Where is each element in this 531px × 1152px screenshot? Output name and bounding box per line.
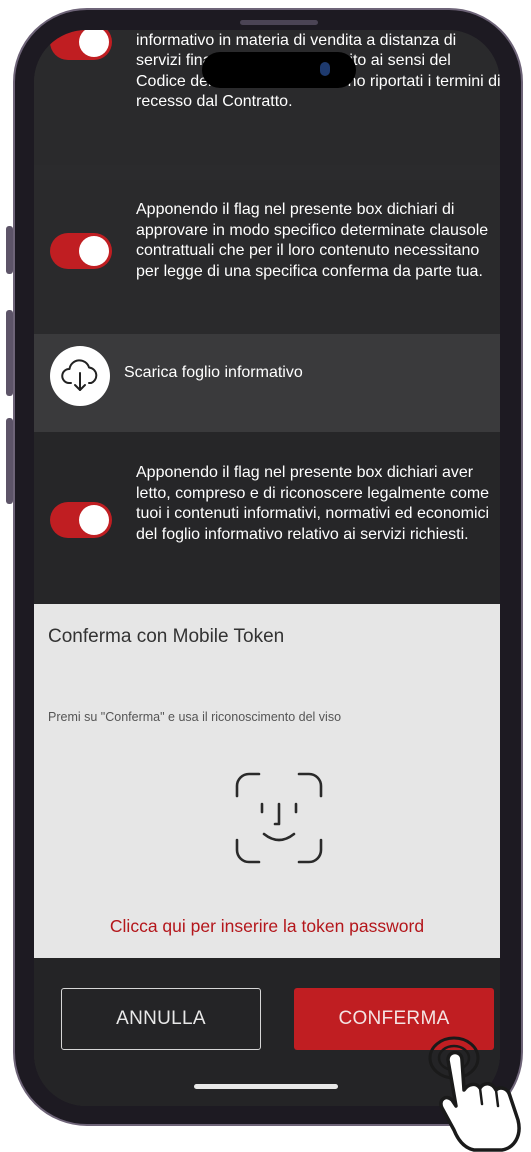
home-indicator[interactable] bbox=[194, 1084, 338, 1089]
cancel-button[interactable]: ANNULLA bbox=[61, 988, 261, 1050]
token-title: Conferma con Mobile Token bbox=[48, 626, 285, 647]
consent-item-3: Apponendo il flag nel presente box dichi… bbox=[34, 432, 500, 604]
cloud-download-icon[interactable] bbox=[50, 346, 110, 406]
consent-item-1: dello stesso nonché di aver ricevuto il … bbox=[34, 30, 500, 165]
camera-dot bbox=[320, 62, 330, 76]
consent-toggle-3[interactable] bbox=[50, 502, 112, 538]
consent-list: dello stesso nonché di aver ricevuto il … bbox=[34, 30, 500, 604]
consent-toggle-2[interactable] bbox=[50, 233, 112, 269]
toggle-knob bbox=[79, 505, 109, 535]
speaker-grille bbox=[240, 20, 318, 25]
token-subtitle: Premi su "Conferma" e usa il riconoscime… bbox=[48, 710, 342, 724]
consent-item-2: Apponendo il flag nel presente box dichi… bbox=[34, 180, 500, 334]
consent-toggle-1[interactable] bbox=[50, 30, 112, 60]
side-button-volume-up bbox=[6, 310, 13, 396]
download-info-sheet-row[interactable]: Scarica foglio informativo bbox=[34, 334, 500, 432]
toggle-knob bbox=[79, 30, 109, 57]
mobile-token-panel: Conferma con Mobile Token Premi su "Conf… bbox=[34, 604, 500, 958]
pointing-hand-icon bbox=[428, 1036, 521, 1152]
side-button-mute bbox=[6, 226, 13, 274]
face-id-icon[interactable] bbox=[234, 772, 324, 869]
phone-screen: dello stesso nonché di aver ricevuto il … bbox=[34, 30, 500, 1106]
side-button-volume-down bbox=[6, 418, 13, 504]
consent-text-2: Apponendo il flag nel presente box dichi… bbox=[136, 201, 489, 280]
token-password-link[interactable]: Clicca qui per inserire la token passwor… bbox=[34, 916, 500, 937]
dynamic-island bbox=[202, 52, 356, 88]
consent-text-3: Apponendo il flag nel presente box dichi… bbox=[136, 464, 490, 543]
toggle-knob bbox=[79, 236, 109, 266]
download-label[interactable]: Scarica foglio informativo bbox=[124, 364, 303, 382]
